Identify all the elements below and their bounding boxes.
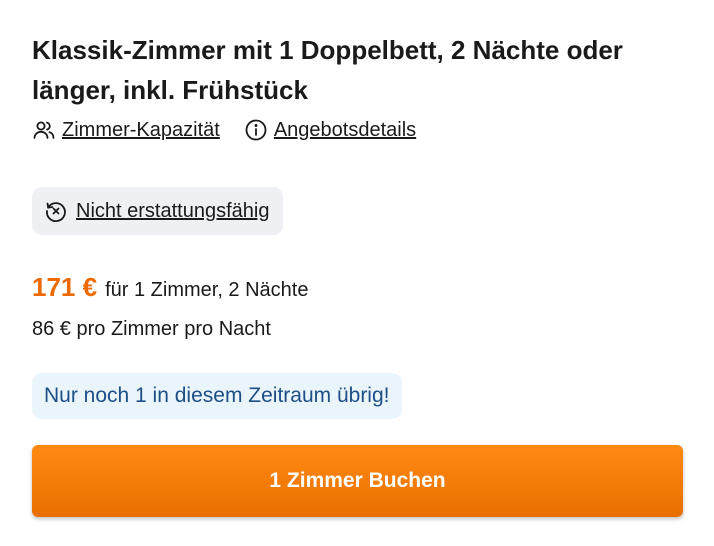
info-icon <box>244 118 268 142</box>
per-night-price: 86 € pro Zimmer pro Nacht <box>32 318 271 340</box>
offer-title: Klassik-Zimmer mit 1 Doppelbett, 2 Nächt… <box>32 35 623 105</box>
refund-policy-label: Nicht erstattungsfähig <box>76 199 270 222</box>
offer-details-label: Angebotsdetails <box>273 118 417 141</box>
price-line: 171 € für 1 Zimmer, 2 Nächte <box>32 272 308 303</box>
availability-notice: Nur noch 1 in diesem Zeitraum übrig! <box>32 373 402 419</box>
availability-text: Nur noch 1 in diesem Zeitraum übrig! <box>44 384 390 407</box>
book-room-button[interactable]: 1 Zimmer Buchen <box>32 445 683 517</box>
room-capacity-link[interactable]: Zimmer-Kapazität <box>32 118 220 142</box>
no-refund-clock-icon <box>44 199 68 223</box>
total-price: 171 € <box>32 272 98 302</box>
refund-policy-badge[interactable]: Nicht erstattungsfähig <box>32 187 284 235</box>
people-icon <box>32 118 56 142</box>
offer-links: Zimmer-Kapazität Angebotsdetails <box>32 118 440 142</box>
room-offer-card: Klassik-Zimmer mit 1 Doppelbett, 2 Nächt… <box>0 0 714 546</box>
price-description: für 1 Zimmer, 2 Nächte <box>105 279 309 301</box>
room-capacity-label: Zimmer-Kapazität <box>62 118 220 141</box>
offer-details-link[interactable]: Angebotsdetails <box>244 118 416 142</box>
